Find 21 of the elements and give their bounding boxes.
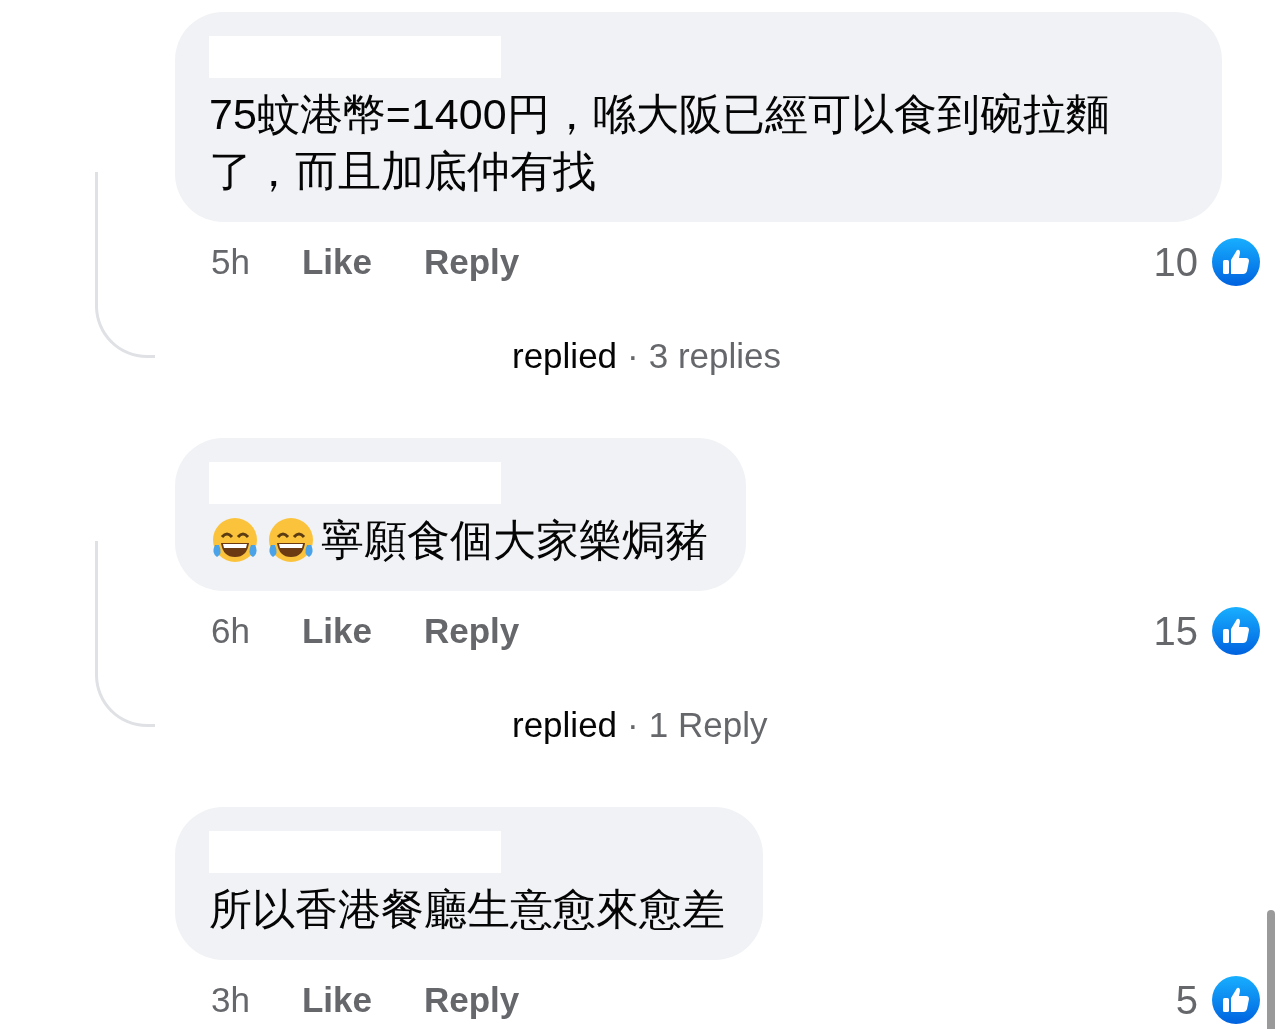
like-link[interactable]: Like [301, 611, 372, 651]
thumbs-up-icon [1212, 976, 1260, 1024]
reply-link[interactable]: Reply [424, 980, 520, 1020]
comment-time: 5h [211, 242, 250, 282]
replies-link[interactable]: replied · 3 replies [512, 336, 782, 376]
like-link[interactable]: Like [301, 242, 372, 282]
comment-text: 所以香港餐廳生意愈來愈差 [209, 884, 725, 935]
scrollbar[interactable] [1267, 910, 1275, 1029]
replies-link[interactable]: replied · 1 Reply [512, 705, 768, 745]
like-count: 5 [1175, 977, 1198, 1023]
comment-time: 6h [211, 611, 250, 651]
comment-text: 寧願食個大家樂焗豬 [321, 515, 708, 566]
comment-time: 3h [211, 980, 250, 1020]
reply-link[interactable]: Reply [424, 242, 520, 282]
like-count: 15 [1153, 608, 1198, 654]
comment-text: 75蚊港幣=1400円，喺大阪已經可以食到碗拉麵了，而且加底仲有找 [209, 89, 1110, 197]
reply-link[interactable]: Reply [424, 611, 520, 651]
like-count: 10 [1153, 239, 1198, 285]
like-link[interactable]: Like [301, 980, 372, 1020]
thumbs-up-icon [1212, 238, 1260, 286]
thumbs-up-icon [1212, 607, 1260, 655]
